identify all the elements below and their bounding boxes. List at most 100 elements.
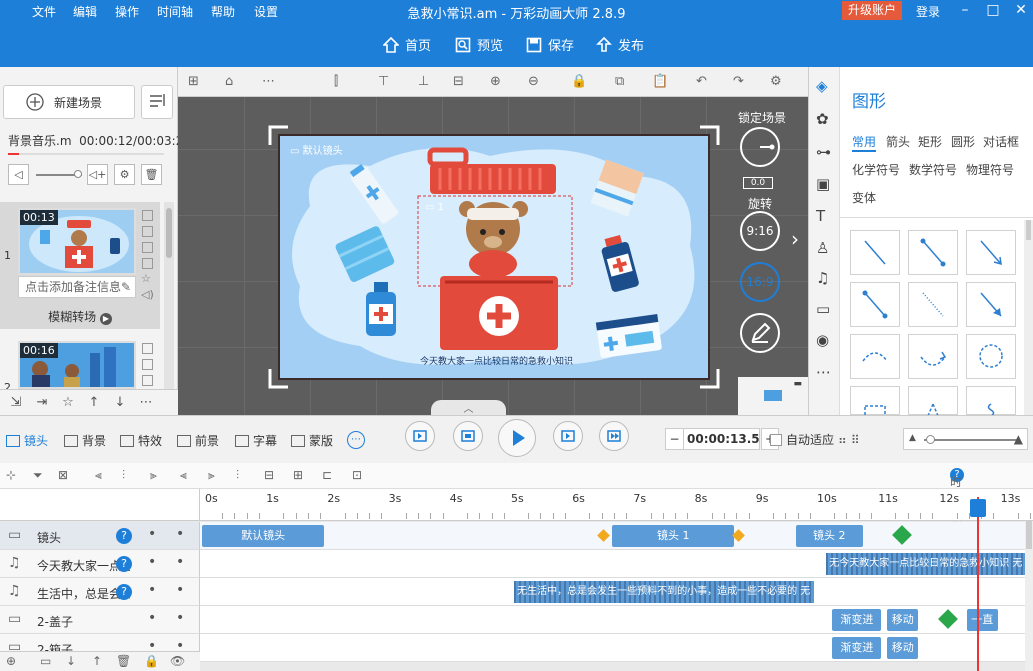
favorite-icon[interactable]: ☆ — [56, 395, 80, 410]
shape-arrow[interactable] — [966, 282, 1016, 327]
login-button[interactable]: 登录 — [916, 3, 940, 20]
maximize-icon[interactable]: □ — [984, 2, 1002, 20]
align-top-icon[interactable]: ⊤ — [378, 74, 389, 89]
settings-icon[interactable]: ⚙ — [770, 74, 782, 89]
scrollbar-thumb[interactable] — [166, 208, 172, 258]
tab-math[interactable]: 数学符号 — [909, 161, 957, 178]
save-button[interactable]: 保存 — [526, 35, 574, 54]
minimap-panel[interactable]: ▬ — [738, 377, 808, 415]
group-icon[interactable]: ⊟ — [264, 468, 274, 482]
tab-dialog[interactable]: 对话框 — [983, 133, 1019, 150]
volume-slider[interactable] — [36, 170, 82, 178]
rotation-value[interactable]: 0.0 — [743, 177, 773, 189]
tab-rectangle[interactable]: 矩形 — [918, 133, 942, 150]
character-category-icon[interactable]: ♙ — [816, 239, 829, 257]
shape-dashed-rect[interactable] — [850, 386, 900, 424]
shape-line[interactable] — [850, 230, 900, 275]
duplicate-scene-icon[interactable] — [142, 226, 153, 237]
split-icon[interactable]: ⊏ — [322, 468, 332, 482]
tab-mask[interactable]: 蒙版 — [291, 432, 333, 449]
insert-scene-icon[interactable] — [142, 375, 153, 386]
zoom-handle[interactable] — [926, 435, 935, 444]
move-up-track-icon[interactable]: ↑ — [92, 654, 102, 668]
zoom-out-timeline-icon[interactable]: ⠶ — [838, 433, 847, 447]
filter-icon[interactable]: ⏷ — [33, 468, 43, 483]
minimize-minimap-icon[interactable]: ▬ — [793, 379, 802, 389]
bgm-progress-bar[interactable] — [8, 153, 164, 155]
delete-icon[interactable]: 🗑 — [141, 164, 162, 185]
publish-button[interactable]: 发布 — [596, 35, 644, 54]
zoom-out-icon[interactable]: ⊖ — [528, 74, 539, 89]
track-visibility-dot[interactable]: • — [148, 554, 156, 570]
ratio-16-9-button[interactable]: 16:9 — [740, 262, 780, 302]
new-scene-button[interactable]: 新建场景 — [3, 85, 135, 119]
shape-spring[interactable] — [966, 386, 1016, 423]
playhead-handle[interactable] — [970, 499, 986, 517]
time-decrease-button[interactable]: − — [666, 429, 684, 449]
track-area[interactable]: 无今天教大家一点比较日常的急救小知识 无 — [200, 550, 1033, 578]
track-visibility-dot[interactable]: • — [148, 610, 156, 626]
move-up-icon[interactable]: ↑ — [82, 395, 106, 410]
tab-subtitle[interactable]: 字幕 — [235, 432, 277, 449]
copy-icon[interactable]: ⧉ — [615, 74, 624, 89]
add-keyframe-icon[interactable]: ⊹ — [6, 468, 16, 482]
scene-note-input[interactable]: 点击添加备注信息 ✎ — [18, 276, 136, 298]
shape-line-dots[interactable] — [908, 230, 958, 275]
delete-track-bottom-icon[interactable]: 🗑 — [116, 654, 131, 668]
shape-dashed-triangle[interactable] — [908, 386, 958, 424]
align-vertical-icon[interactable]: ⫿ — [334, 74, 338, 89]
visibility-icon[interactable]: 👁 — [170, 654, 185, 668]
move-down-track-icon[interactable]: ↓ — [66, 654, 76, 668]
import-icon[interactable]: ⇲ — [4, 395, 28, 410]
scrollbar-thumb[interactable] — [1026, 220, 1031, 240]
preview-button[interactable]: 预览 — [455, 35, 503, 54]
sound-icon[interactable]: ◁) — [141, 288, 154, 301]
audio-clip[interactable]: 无今天教大家一点比较日常的急救小知识 无 — [826, 553, 1033, 575]
shape-line-thick-dots[interactable] — [850, 282, 900, 327]
scene-transition[interactable]: 模糊转场 ▶ — [0, 308, 160, 325]
tab-foreground[interactable]: 前景 — [177, 432, 219, 449]
timeline-clip[interactable]: 移动 — [887, 637, 919, 659]
image-category-icon[interactable]: ▣ — [816, 175, 830, 193]
track-visibility-dot[interactable]: • — [148, 526, 156, 542]
close-icon[interactable]: ✕ — [1012, 2, 1030, 20]
track-header[interactable]: ♫生活中，总是会发生?•• — [0, 578, 200, 606]
redo-icon[interactable]: ↷ — [733, 74, 744, 89]
add-action-icon[interactable] — [938, 609, 959, 629]
tab-variant[interactable]: 变体 — [852, 189, 876, 206]
shape-arc-arrow[interactable] — [908, 334, 958, 379]
edit-pen-button[interactable] — [740, 313, 780, 353]
undo-icon[interactable]: ↶ — [696, 74, 707, 89]
minimize-icon[interactable]: – — [956, 2, 974, 20]
align-center-icon[interactable]: ⫶ — [122, 468, 125, 483]
home-button[interactable]: 首页 — [383, 35, 431, 54]
track-lock-dot[interactable]: • — [176, 554, 184, 570]
more-options-icon[interactable]: ⋯ — [262, 74, 275, 89]
star-icon[interactable]: ☆ — [141, 272, 151, 285]
shape-line-arrow[interactable] — [966, 230, 1016, 275]
minimap-thumbnail[interactable] — [764, 390, 782, 401]
edit-icon[interactable]: ✎ — [121, 277, 131, 297]
track-lock-dot[interactable]: • — [176, 526, 184, 542]
text-category-icon[interactable]: T — [816, 207, 825, 225]
track-lock-dot[interactable]: • — [176, 582, 184, 598]
timeline-clip[interactable]: 镜头 2 — [795, 525, 863, 547]
insert-scene-icon[interactable] — [142, 242, 153, 253]
hierarchy-category-icon[interactable]: ⊶ — [816, 143, 831, 161]
prev-frame-button[interactable] — [453, 421, 483, 451]
help-icon[interactable]: ? — [116, 584, 132, 600]
align-right-icon[interactable]: ⫸ — [150, 468, 157, 483]
copy-scene-icon[interactable] — [142, 343, 153, 354]
tab-arrow[interactable]: 箭头 — [886, 133, 910, 150]
badge-category-icon[interactable]: ◉ — [816, 331, 829, 349]
tab-common[interactable]: 常用 — [852, 133, 877, 152]
playhead[interactable] — [970, 497, 986, 671]
timeline-clip[interactable]: 一直 — [967, 609, 998, 631]
copy-scene-icon[interactable] — [142, 210, 153, 221]
keyframe-marker[interactable] — [596, 529, 610, 542]
scene-thumbnail[interactable]: 00:16 — [18, 341, 136, 389]
export-icon[interactable]: ⇥ — [30, 395, 54, 410]
rotation-dial[interactable] — [740, 127, 780, 167]
track-area[interactable]: 渐变进 移动 一直 — [200, 606, 1025, 634]
timeline-zoom-slider[interactable]: ▲ ▲ — [903, 428, 1028, 450]
